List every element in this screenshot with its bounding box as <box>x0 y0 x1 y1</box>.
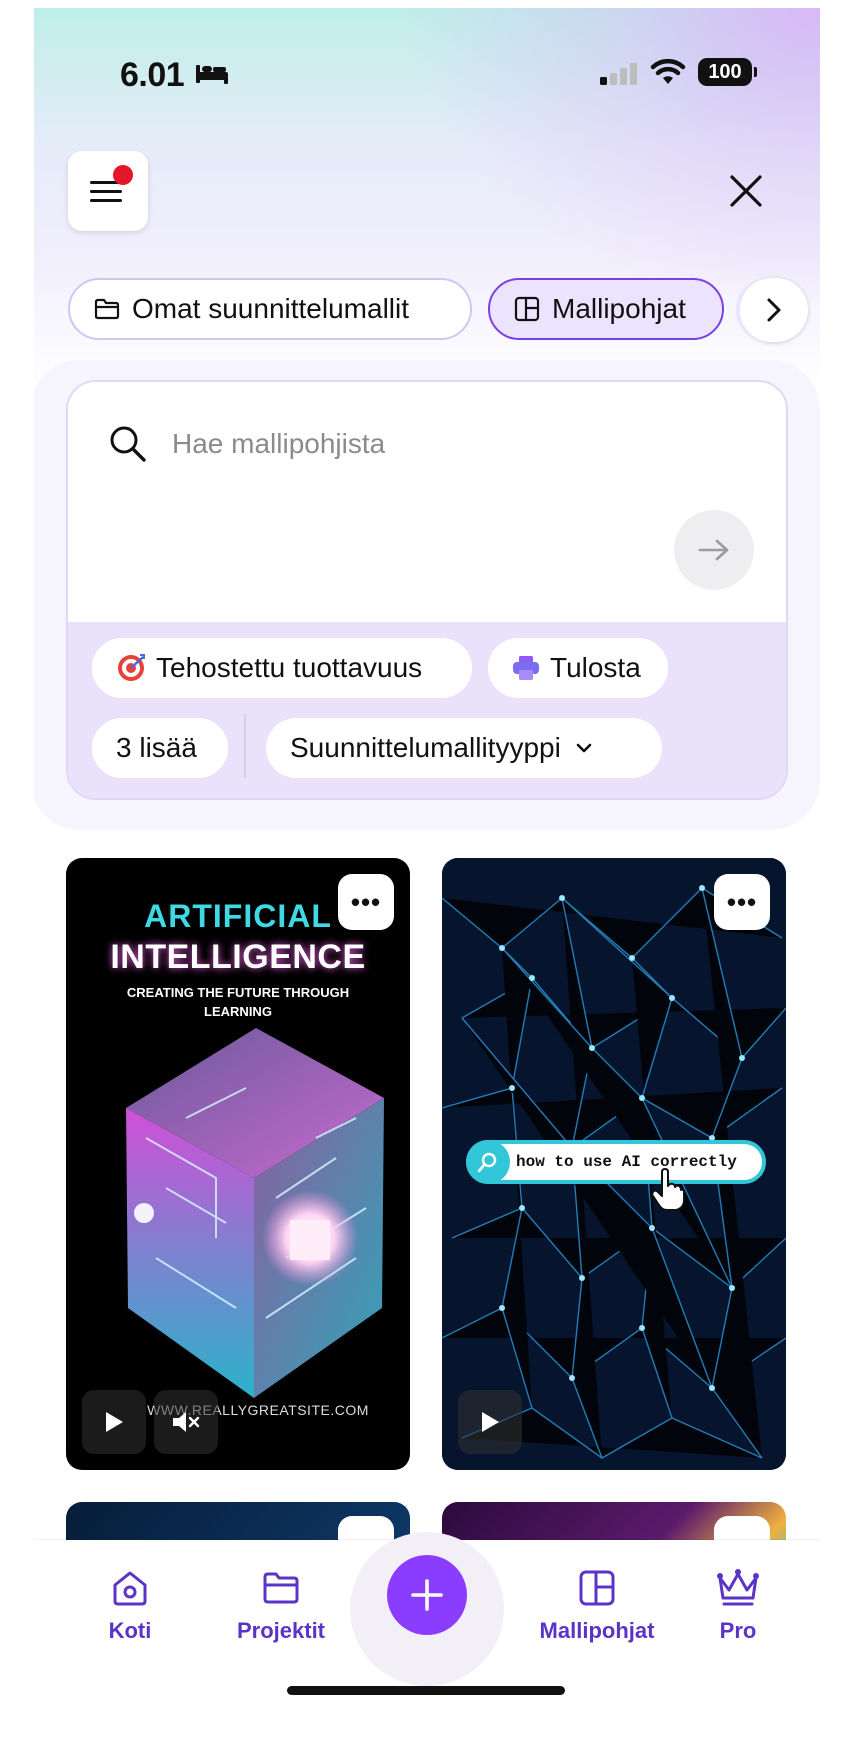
template-icon <box>579 1570 615 1606</box>
tab-mallipohjat[interactable]: Mallipohjat <box>488 278 724 340</box>
nav-label: Koti <box>108 1618 152 1643</box>
status-bar: 6.01 100 <box>34 48 820 98</box>
muted-speaker-icon <box>173 1412 200 1432</box>
chip-tulosta[interactable]: Tulosta <box>488 638 668 698</box>
card-more-button[interactable]: ••• <box>338 874 394 930</box>
chevron-down-icon <box>576 743 592 753</box>
nav-projektit[interactable]: Projektit <box>206 1568 356 1644</box>
wifi-icon <box>650 58 686 84</box>
home-indicator <box>287 1686 565 1695</box>
target-icon <box>118 654 145 681</box>
template-card[interactable]: ARTIFICIAL INTELLIGENCE CREATING THE FUT… <box>66 858 410 1470</box>
nav-label: Mallipohjat <box>539 1618 655 1643</box>
template-card[interactable]: how to use AI correctly ••• <box>442 858 786 1470</box>
chip-label: 3 lisää <box>116 732 197 763</box>
card-more-button[interactable]: ••• <box>714 874 770 930</box>
notification-dot <box>113 165 133 185</box>
card-title-line2: INTELLIGENCE <box>110 938 366 976</box>
create-button[interactable] <box>387 1555 467 1635</box>
sleep-focus-icon <box>196 65 228 84</box>
search-input[interactable]: Hae mallipohjista <box>172 428 385 460</box>
search-icon <box>110 426 146 462</box>
nav-label: Pro <box>719 1618 757 1643</box>
status-time: 6.01 <box>120 56 185 94</box>
cellular-signal-icon <box>600 63 637 85</box>
chevron-right-icon <box>767 298 781 322</box>
search-graphic-text: how to use AI correctly <box>516 1153 737 1171</box>
hand-cursor-icon <box>651 1168 685 1211</box>
tab-label: Omat suunnittelumallit <box>132 293 410 324</box>
chip-suunnittelumallityyppi[interactable]: Suunnittelumallityyppi <box>266 718 662 778</box>
play-icon <box>482 1412 499 1432</box>
mute-button[interactable] <box>154 1390 218 1454</box>
app-screen: 6.01 100 Omat suunnittelumallit Mallipoh… <box>34 8 820 1749</box>
nav-koti[interactable]: Koti <box>80 1568 180 1644</box>
folder-icon <box>94 298 120 320</box>
close-icon[interactable] <box>728 173 764 209</box>
play-icon <box>106 1412 123 1432</box>
folder-icon <box>263 1572 299 1604</box>
chip-tehostettu-tuottavuus[interactable]: Tehostettu tuottavuus <box>92 638 472 698</box>
home-icon <box>113 1571 147 1606</box>
arrow-right-icon <box>698 539 729 561</box>
search-card: Hae mallipohjista Tehostettu tuottavuus … <box>66 380 788 800</box>
chip-label: Tulosta <box>550 652 641 683</box>
chip-divider <box>244 714 246 778</box>
battery-indicator: 100 <box>698 58 757 86</box>
tab-label: Mallipohjat <box>552 293 686 324</box>
nav-mallipohjat[interactable]: Mallipohjat <box>510 1568 684 1644</box>
plus-icon <box>411 1579 443 1611</box>
menu-button[interactable] <box>68 151 148 231</box>
nav-pro[interactable]: Pro <box>698 1568 778 1644</box>
magnifier-icon <box>466 1140 510 1184</box>
play-button[interactable] <box>82 1390 146 1454</box>
chip-label: Tehostettu tuottavuus <box>156 652 423 683</box>
search-graphic: how to use AI correctly <box>466 1140 766 1184</box>
bottom-nav: Koti Projektit Mallipohjat Pro <box>34 1532 820 1749</box>
printer-icon <box>513 656 539 680</box>
crown-icon <box>717 1569 759 1606</box>
play-button[interactable] <box>458 1390 522 1454</box>
tab-omat-suunnittelumallit[interactable]: Omat suunnittelumallit <box>68 278 472 340</box>
search-filters: Tehostettu tuottavuus Tulosta 3 lisää Su… <box>68 622 786 798</box>
template-icon <box>514 296 540 322</box>
chip-more[interactable]: 3 lisää <box>92 718 228 778</box>
scroll-tabs-button[interactable] <box>740 278 808 342</box>
search-field[interactable]: Hae mallipohjista <box>68 382 786 622</box>
chip-label: Suunnittelumallityyppi <box>290 732 561 763</box>
card-subtitle: CREATING THE FUTURE THROUGH LEARNING <box>126 985 350 1019</box>
search-submit-button[interactable] <box>674 510 754 590</box>
nav-label: Projektit <box>236 1618 326 1643</box>
